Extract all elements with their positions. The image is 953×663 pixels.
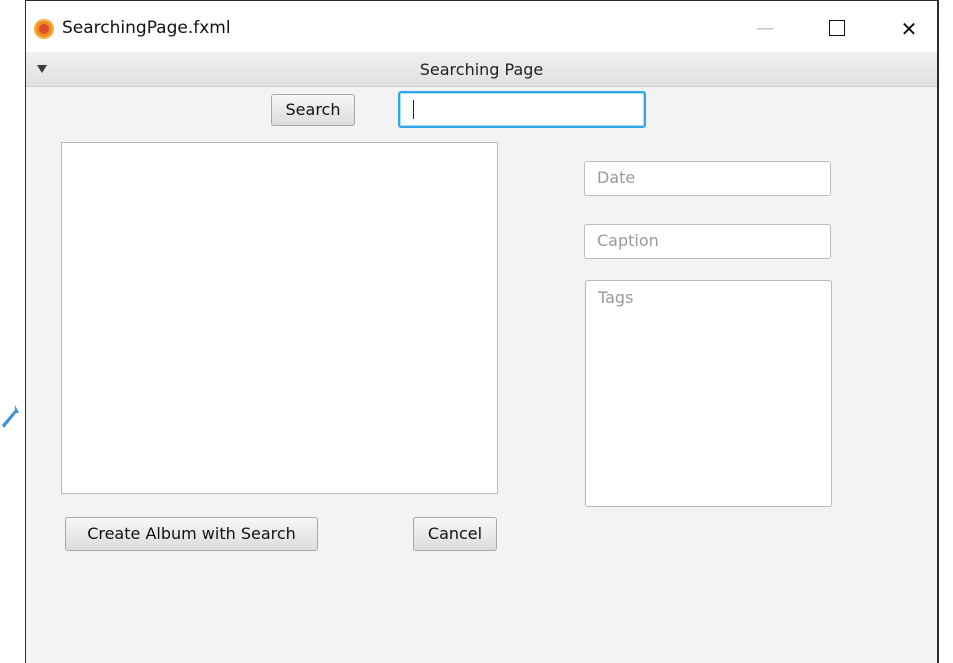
screen: SearchingPage.fxml — ✕ Searching Page Se…: [0, 0, 953, 663]
app-window: SearchingPage.fxml — ✕ Searching Page Se…: [25, 0, 939, 663]
close-button[interactable]: ✕: [887, 9, 931, 49]
create-album-button[interactable]: Create Album with Search: [65, 517, 318, 551]
title-bar[interactable]: SearchingPage.fxml — ✕: [26, 1, 937, 52]
window-title: SearchingPage.fxml: [62, 18, 231, 38]
text-caret: [413, 100, 414, 119]
maximize-icon: [829, 20, 845, 36]
search-results-list[interactable]: [61, 142, 498, 494]
caption-field[interactable]: Caption: [584, 224, 831, 259]
cancel-button[interactable]: Cancel: [413, 517, 497, 551]
pointer-arrow-icon: [2, 405, 19, 428]
page-title: Searching Page: [419, 60, 544, 79]
minimize-button[interactable]: —: [743, 9, 787, 49]
search-button[interactable]: Search: [271, 94, 355, 126]
search-input[interactable]: [398, 91, 646, 128]
fxml-app-icon: [34, 19, 54, 39]
tags-textarea[interactable]: Tags: [585, 280, 832, 507]
maximize-button[interactable]: [815, 9, 859, 49]
searching-page-header[interactable]: Searching Page: [26, 52, 937, 87]
date-field[interactable]: Date: [584, 161, 831, 196]
